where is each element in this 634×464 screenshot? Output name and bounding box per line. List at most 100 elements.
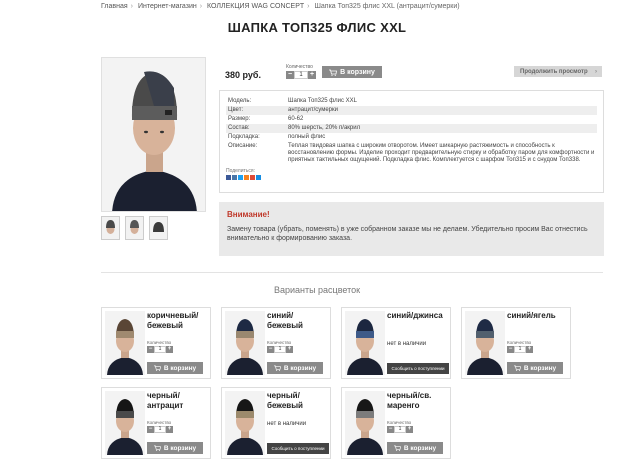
variant-quantity-label: Количество — [147, 340, 172, 345]
variant-add-to-cart-button[interactable]: В корзину — [147, 442, 203, 454]
continue-browsing-button[interactable]: Продолжить просмотр › — [514, 66, 602, 77]
variants-title: Варианты расцветок — [273, 285, 361, 295]
quantity-label: Количество — [286, 64, 313, 70]
odnoklassniki-icon[interactable] — [244, 175, 249, 180]
add-to-cart-label: В корзину — [340, 68, 375, 76]
variant-name[interactable]: черный/ бежевый — [267, 391, 329, 411]
section-divider — [101, 272, 603, 273]
variant-notify-button[interactable]: Сообщить о поступлении — [267, 443, 329, 454]
variant-card[interactable]: черный/ бежевый нет в наличии Сообщить о… — [221, 387, 331, 459]
thumbnail-3[interactable] — [149, 216, 168, 240]
spec-row-model: Модель: Шапка Топ325 флис XXL — [228, 98, 357, 104]
thumbnail-1[interactable] — [101, 216, 120, 240]
variant-quantity-minus[interactable]: − — [267, 346, 274, 353]
variant-add-to-cart-label: В корзину — [403, 444, 437, 452]
variant-photo[interactable] — [225, 311, 265, 375]
variant-card[interactable]: черный/ антрацит Количество − 1 + В корз… — [101, 387, 211, 459]
twitter-icon[interactable] — [238, 175, 243, 180]
variant-photo[interactable] — [345, 311, 385, 375]
variant-quantity-input[interactable]: 1 — [154, 426, 166, 433]
social-share-icons — [226, 175, 597, 180]
notice-heading: Внимание! — [227, 210, 270, 219]
variant-card[interactable]: коричневый/ бежевый Количество − 1 + В к… — [101, 307, 211, 379]
variant-quantity-plus[interactable]: + — [166, 346, 173, 353]
variant-quantity-label: Количество — [507, 340, 532, 345]
quantity-block: Количество − 1 + — [286, 64, 316, 79]
breadcrumb-home[interactable]: Главная — [101, 3, 128, 10]
variant-quantity-stepper: − 1 + — [147, 346, 173, 353]
notice-box: Внимание! Замену товара (убрать, поменят… — [219, 202, 604, 256]
breadcrumb-current: Шапка Топ325 флис XXL (антрацит/сумерки) — [314, 3, 460, 10]
variant-name[interactable]: синий/ягель — [507, 311, 569, 321]
variant-add-to-cart-button[interactable]: В корзину — [387, 442, 443, 454]
cart-icon — [153, 365, 161, 371]
variant-card[interactable]: синий/ягель Количество − 1 + В корзину — [461, 307, 571, 379]
breadcrumb-shop[interactable]: Интернет-магазин — [138, 3, 197, 10]
spec-row-color: Цвет: антрацит/сумерки — [226, 106, 597, 115]
cart-icon — [153, 445, 161, 451]
variant-notify-button[interactable]: Сообщить о поступлении — [387, 363, 449, 374]
variant-name[interactable]: коричневый/ бежевый — [147, 311, 209, 331]
variant-photo[interactable] — [105, 311, 145, 375]
quantity-stepper: − 1 + — [286, 71, 316, 79]
quantity-plus-button[interactable]: + — [308, 71, 316, 79]
variant-quantity-minus[interactable]: − — [387, 426, 394, 433]
facebook-icon[interactable] — [226, 175, 231, 180]
vk-icon[interactable] — [232, 175, 237, 180]
thumbnail-2[interactable] — [125, 216, 144, 240]
quantity-input[interactable]: 1 — [294, 71, 308, 79]
spec-row-lining: Подкладка: полный флис — [228, 134, 326, 140]
variant-quantity-label: Количество — [147, 420, 172, 425]
variant-name[interactable]: черный/ антрацит — [147, 391, 209, 411]
variant-photo[interactable] — [465, 311, 505, 375]
variant-photo[interactable] — [105, 391, 145, 455]
variant-quantity-minus[interactable]: − — [507, 346, 514, 353]
variant-quantity-input[interactable]: 1 — [154, 346, 166, 353]
variant-quantity-minus[interactable]: − — [147, 426, 154, 433]
variant-quantity-plus[interactable]: + — [406, 426, 413, 433]
variant-quantity-input[interactable]: 1 — [274, 346, 286, 353]
mail-ru-icon[interactable] — [256, 175, 261, 180]
variant-add-to-cart-label: В корзину — [283, 364, 317, 372]
google-plus-icon[interactable] — [250, 175, 255, 180]
quantity-minus-button[interactable]: − — [286, 71, 294, 79]
product-specs: Модель: Шапка Топ325 флис XXL Цвет: антрац… — [219, 90, 604, 193]
variant-card[interactable]: синий/джинса нет в наличии Сообщить о по… — [341, 307, 451, 379]
variant-quantity-plus[interactable]: + — [166, 426, 173, 433]
variant-quantity-label: Количество — [387, 420, 412, 425]
variant-quantity-plus[interactable]: + — [286, 346, 293, 353]
variant-quantity-input[interactable]: 1 — [394, 426, 406, 433]
chevron-right-icon: › — [595, 68, 597, 75]
variant-add-to-cart-button[interactable]: В корзину — [267, 362, 323, 374]
spec-row-size: Размер: 60-62 — [228, 116, 304, 122]
variant-quantity-minus[interactable]: − — [147, 346, 154, 353]
variant-name[interactable]: синий/джинса — [387, 311, 449, 321]
variant-photo[interactable] — [225, 391, 265, 455]
variant-name[interactable]: синий/ бежевый — [267, 311, 329, 331]
add-to-cart-button[interactable]: В корзину — [322, 66, 382, 78]
variant-quantity-stepper: − 1 + — [147, 426, 173, 433]
variant-name[interactable]: черный/св. маренго — [387, 391, 449, 411]
variant-add-to-cart-button[interactable]: В корзину — [147, 362, 203, 374]
variant-photo[interactable] — [345, 391, 385, 455]
variant-add-to-cart-label: В корзину — [523, 364, 557, 372]
breadcrumb: Главная › Интернет-магазин › КОЛЛЕКЦИЯ WAG… — [101, 3, 460, 10]
continue-browsing-label: Продолжить просмотр — [520, 68, 588, 75]
breadcrumb-collection[interactable]: КОЛЛЕКЦИЯ WAG CONCEPT — [207, 3, 304, 10]
product-price: 380 руб. — [225, 70, 261, 80]
cart-icon — [513, 365, 521, 371]
cart-icon — [393, 445, 401, 451]
share-label: Поделиться: — [226, 168, 255, 174]
thumbnail-list — [101, 216, 168, 240]
variant-card[interactable]: черный/св. маренго Количество − 1 + В ко… — [341, 387, 451, 459]
variant-add-to-cart-label: В корзину — [163, 444, 197, 452]
variant-quantity-plus[interactable]: + — [526, 346, 533, 353]
notice-text: Замену товара (убрать, поменять) в уже с… — [227, 226, 588, 242]
variant-card[interactable]: синий/ бежевый Количество − 1 + В корзин… — [221, 307, 331, 379]
spec-row-composition: Состав: 80% шерсть, 20% п/акрил — [226, 124, 597, 133]
variant-quantity-input[interactable]: 1 — [514, 346, 526, 353]
variant-quantity-stepper: − 1 + — [387, 426, 413, 433]
variant-add-to-cart-label: В корзину — [163, 364, 197, 372]
product-photo[interactable] — [101, 57, 206, 212]
variant-add-to-cart-button[interactable]: В корзину — [507, 362, 563, 374]
